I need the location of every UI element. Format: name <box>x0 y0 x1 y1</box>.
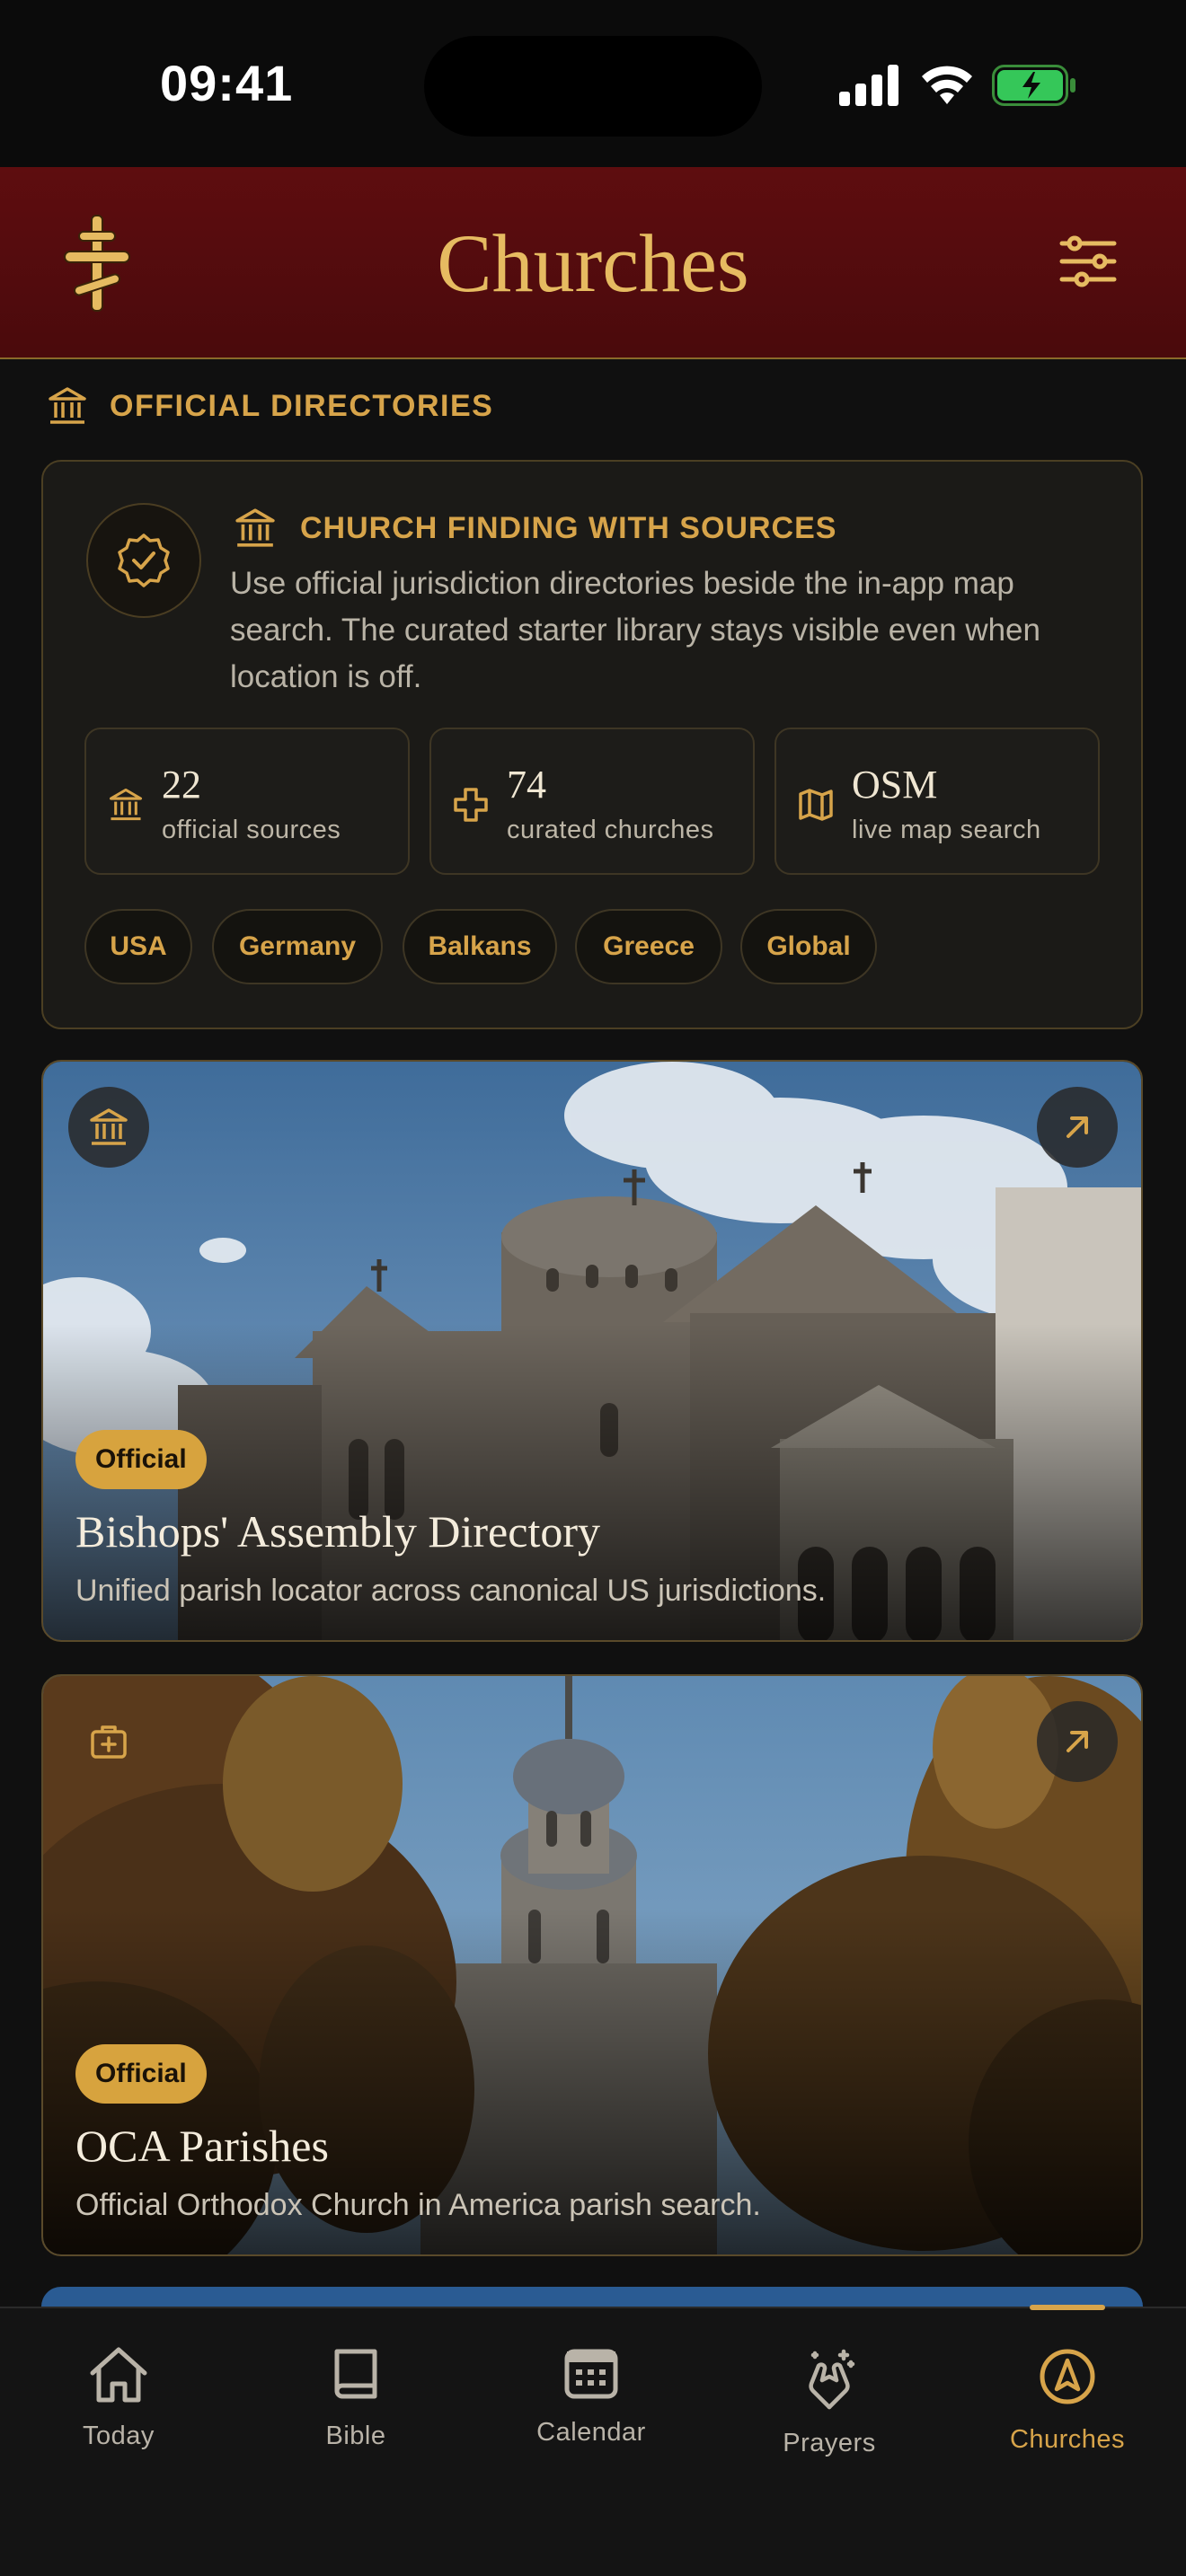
directory-title: Bishops' Assembly Directory <box>75 1506 600 1557</box>
status-time: 09:41 <box>160 55 294 111</box>
directory-title: OCA Parishes <box>75 2121 329 2171</box>
parish-badge <box>68 1701 149 1782</box>
official-badge: Official <box>75 1430 207 1489</box>
stat-curated-churches: 74 curated churches <box>429 728 755 875</box>
region-chip-greece[interactable]: Greece <box>575 909 722 984</box>
region-chip-usa[interactable]: USA <box>84 909 192 984</box>
tab-label: Today <box>83 2422 155 2450</box>
directory-card-bishops-assembly[interactable]: Official Bishops' Assembly Directory Uni… <box>41 1060 1143 1642</box>
info-heading: CHURCH FINDING WITH SOURCES <box>234 507 836 550</box>
directory-card-oca-parishes[interactable]: Official OCA Parishes Official Orthodox … <box>41 1674 1143 2256</box>
dynamic-island <box>424 36 762 137</box>
institution-icon <box>90 1108 128 1145</box>
stat-label: official sources <box>162 816 341 844</box>
open-external-button[interactable] <box>1037 1087 1118 1168</box>
page-title: Churches <box>437 217 749 309</box>
stat-value: 22 <box>162 763 201 807</box>
tab-today[interactable]: Today <box>29 2344 208 2451</box>
home-icon <box>90 2347 147 2403</box>
battery-charging-icon <box>992 65 1075 106</box>
book-icon <box>334 2349 377 2399</box>
tab-bar: Today Bible Calendar Prayers Churches <box>0 2307 1186 2576</box>
section-title: OFFICIAL DIRECTORIES <box>110 388 494 423</box>
tab-calendar[interactable]: Calendar <box>501 2344 681 2448</box>
region-chip-balkans[interactable]: Balkans <box>403 909 557 984</box>
directory-subtitle: Official Orthodox Church in America pari… <box>75 2188 761 2222</box>
region-chip-germany[interactable]: Germany <box>212 909 383 984</box>
section-label: OFFICIAL DIRECTORIES <box>47 384 493 428</box>
app-header: Churches <box>0 167 1186 359</box>
tab-label: Calendar <box>536 2418 646 2447</box>
info-heading-text: CHURCH FINDING WITH SOURCES <box>300 510 837 545</box>
verified-badge <box>86 503 201 618</box>
cross-icon <box>454 788 488 822</box>
stat-live-map-search: OSM live map search <box>774 728 1100 875</box>
info-card: CHURCH FINDING WITH SOURCES Use official… <box>41 460 1143 1029</box>
status-bar: 09:41 <box>0 0 1186 167</box>
tab-bible[interactable]: Bible <box>266 2344 446 2451</box>
institution-icon <box>235 508 275 547</box>
directory-subtitle: Unified parish locator across canonical … <box>75 1574 827 1608</box>
tab-label: Churches <box>1009 2425 1126 2454</box>
wifi-icon <box>922 66 972 104</box>
map-icon <box>799 789 833 821</box>
arrow-up-right-icon <box>1067 1731 1088 1752</box>
stat-value: OSM <box>852 763 938 807</box>
info-description: Use official jurisdiction directories be… <box>230 566 1040 694</box>
institution-badge <box>68 1087 149 1168</box>
stat-official-sources: 22 official sources <box>84 728 410 875</box>
institution-icon <box>49 387 86 424</box>
calendar-icon <box>564 2349 618 2399</box>
compass-icon <box>1040 2349 1095 2404</box>
medical-briefcase-icon <box>91 1725 127 1759</box>
tab-label: Bible <box>325 2422 386 2450</box>
stat-label: curated churches <box>507 816 714 844</box>
region-chip-global[interactable]: Global <box>740 909 877 984</box>
tab-prayers[interactable]: Prayers <box>739 2344 919 2458</box>
open-external-button[interactable] <box>1037 1701 1118 1782</box>
official-badge: Official <box>75 2044 207 2104</box>
arrow-up-right-icon <box>1067 1116 1088 1138</box>
signal-icon <box>839 65 898 106</box>
tab-label: Prayers <box>783 2429 876 2457</box>
filter-sliders-icon[interactable] <box>1058 235 1118 287</box>
verified-badge-icon <box>118 534 170 587</box>
institution-icon <box>109 788 143 821</box>
praying-hands-icon <box>809 2349 855 2410</box>
active-tab-indicator <box>1030 2305 1105 2310</box>
stat-value: 74 <box>507 763 546 807</box>
stat-label: live map search <box>852 816 1041 844</box>
tab-churches[interactable]: Churches <box>978 2344 1157 2455</box>
